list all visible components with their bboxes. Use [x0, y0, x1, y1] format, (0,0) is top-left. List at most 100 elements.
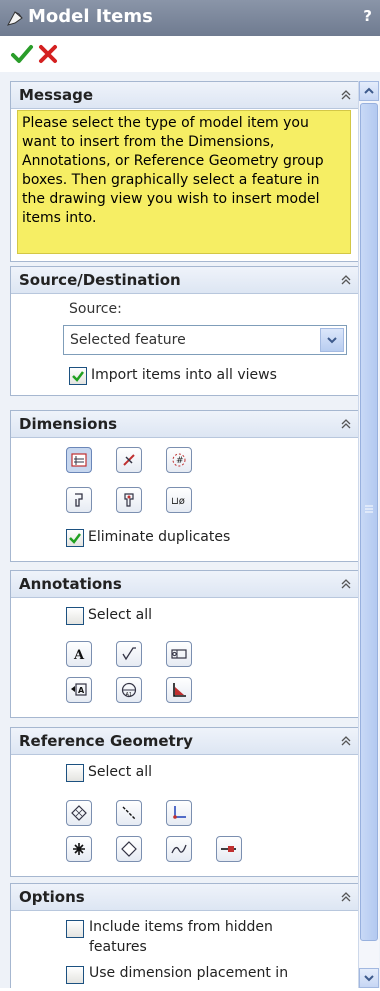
options-group: Options Include items from hidden featur…: [10, 883, 358, 988]
collapse-chevron-icon[interactable]: [339, 88, 353, 102]
collapse-chevron-icon[interactable]: [339, 890, 353, 904]
window-title: Model Items: [28, 6, 153, 27]
checkmark-icon: [72, 371, 84, 382]
svg-text:A1: A1: [126, 692, 133, 698]
chevron-down-icon: [364, 975, 374, 982]
message-header[interactable]: Message: [11, 82, 358, 109]
source-destination-group: Source/Destination Source: Selected feat…: [10, 266, 358, 396]
annotations-select-all-checkbox[interactable]: [66, 607, 84, 625]
options-title: Options: [19, 888, 85, 906]
scroll-up-button[interactable]: [359, 81, 379, 101]
collapse-chevron-icon[interactable]: [339, 417, 353, 431]
message-group: Message Please select the type of model …: [10, 81, 358, 262]
chevron-down-icon: [327, 337, 337, 344]
scroll-down-button[interactable]: [359, 968, 379, 988]
origin-icon: [173, 806, 186, 819]
weld-symbol-button[interactable]: [166, 677, 192, 703]
eliminate-duplicates-label: Eliminate duplicates: [88, 529, 231, 545]
svg-text:⊔ø: ⊔ø: [171, 496, 185, 507]
cancel-x-icon[interactable]: [36, 42, 60, 66]
routing-point-icon: [221, 846, 236, 852]
surface-finish-icon: [122, 647, 136, 661]
source-destination-header[interactable]: Source/Destination: [11, 267, 358, 294]
ok-check-icon[interactable]: [10, 42, 34, 66]
point-icon: [73, 843, 85, 855]
dimensions-group: Dimensions # ⊔ø Eliminate duplicates: [10, 410, 358, 562]
annotations-header[interactable]: Annotations: [11, 571, 358, 598]
property-manager-panel: Message Please select the type of model …: [0, 72, 380, 988]
weld-symbol-icon: [173, 683, 186, 697]
group-column: Message Please select the type of model …: [10, 72, 358, 988]
reference-geometry-group: Reference Geometry Select all: [10, 727, 358, 877]
origins-button[interactable]: [166, 800, 192, 826]
hole-wizard-profiles-button[interactable]: [66, 487, 92, 513]
source-destination-title: Source/Destination: [19, 271, 181, 289]
datum-target-icon: A1: [121, 682, 137, 698]
reference-geometry-header[interactable]: Reference Geometry: [11, 728, 358, 755]
message-text: Please select the type of model item you…: [17, 110, 351, 254]
hole-location-icon: [124, 493, 134, 507]
svg-text:#: #: [176, 456, 184, 466]
options-header[interactable]: Options: [11, 884, 358, 911]
points-button[interactable]: [66, 836, 92, 862]
svg-text:A: A: [73, 648, 85, 663]
reference-geometry-title: Reference Geometry: [19, 732, 193, 750]
surface-icon: [121, 841, 137, 857]
axis-icon: [122, 806, 136, 820]
help-button[interactable]: ?: [363, 7, 372, 25]
eliminate-duplicates-checkbox[interactable]: [66, 529, 84, 547]
include-hidden-features-label-cont: features: [89, 939, 147, 955]
hole-profile-icon: [75, 493, 83, 507]
datum-icon: A: [71, 683, 87, 696]
collapse-chevron-icon[interactable]: [339, 273, 353, 287]
use-dimension-placement-checkbox[interactable]: [66, 966, 84, 984]
marked-dimension-icon: [71, 453, 87, 467]
chevron-up-icon: [364, 87, 374, 94]
action-row: [0, 36, 380, 72]
surface-finish-button[interactable]: [116, 641, 142, 667]
model-items-icon: [6, 11, 23, 26]
notes-button[interactable]: A: [66, 641, 92, 667]
include-hidden-features-checkbox[interactable]: [66, 920, 84, 938]
plane-icon: [71, 805, 87, 821]
source-label: Source:: [69, 301, 122, 317]
geometric-tolerance-icon: [171, 649, 187, 659]
use-dimension-placement-label: Use dimension placement in: [89, 965, 289, 981]
checkmark-icon: [69, 533, 81, 544]
hole-callout-button[interactable]: ⊔ø: [166, 487, 192, 513]
curves-button[interactable]: [166, 836, 192, 862]
annotations-group: Annotations Select all A A A1: [10, 570, 358, 718]
not-marked-for-drawing-button[interactable]: [116, 447, 142, 473]
geometric-tolerance-button[interactable]: [166, 641, 192, 667]
annotations-title: Annotations: [19, 575, 122, 593]
source-dropdown-button[interactable]: [320, 328, 344, 352]
not-marked-dimension-icon: [123, 454, 135, 466]
vertical-scrollbar[interactable]: [358, 81, 379, 988]
routing-points-button[interactable]: [216, 836, 242, 862]
instance-count-button[interactable]: #: [166, 447, 192, 473]
import-all-views-checkbox[interactable]: [69, 367, 87, 385]
dimensions-header[interactable]: Dimensions: [11, 411, 358, 438]
message-title: Message: [19, 86, 93, 104]
hole-callout-icon: ⊔ø: [171, 496, 185, 507]
hole-wizard-locations-button[interactable]: [116, 487, 142, 513]
datum-target-button[interactable]: A1: [116, 677, 142, 703]
dimensions-title: Dimensions: [19, 415, 118, 433]
surfaces-button[interactable]: [116, 836, 142, 862]
refgeom-select-all-label: Select all: [88, 764, 152, 780]
planes-button[interactable]: [66, 800, 92, 826]
grip-icon: [365, 505, 373, 513]
datum-button[interactable]: A: [66, 677, 92, 703]
instance-count-icon: #: [172, 453, 186, 467]
scroll-thumb[interactable]: [360, 103, 378, 941]
axes-button[interactable]: [116, 800, 142, 826]
source-select[interactable]: Selected feature: [63, 325, 347, 355]
marked-for-drawing-button[interactable]: [66, 447, 92, 473]
annotations-select-all-label: Select all: [88, 607, 152, 623]
refgeom-select-all-checkbox[interactable]: [66, 764, 84, 782]
import-all-views-label: Import items into all views: [91, 367, 277, 383]
note-icon: A: [73, 648, 85, 663]
collapse-chevron-icon[interactable]: [339, 577, 353, 591]
collapse-chevron-icon[interactable]: [339, 734, 353, 748]
source-select-value: Selected feature: [70, 332, 186, 348]
